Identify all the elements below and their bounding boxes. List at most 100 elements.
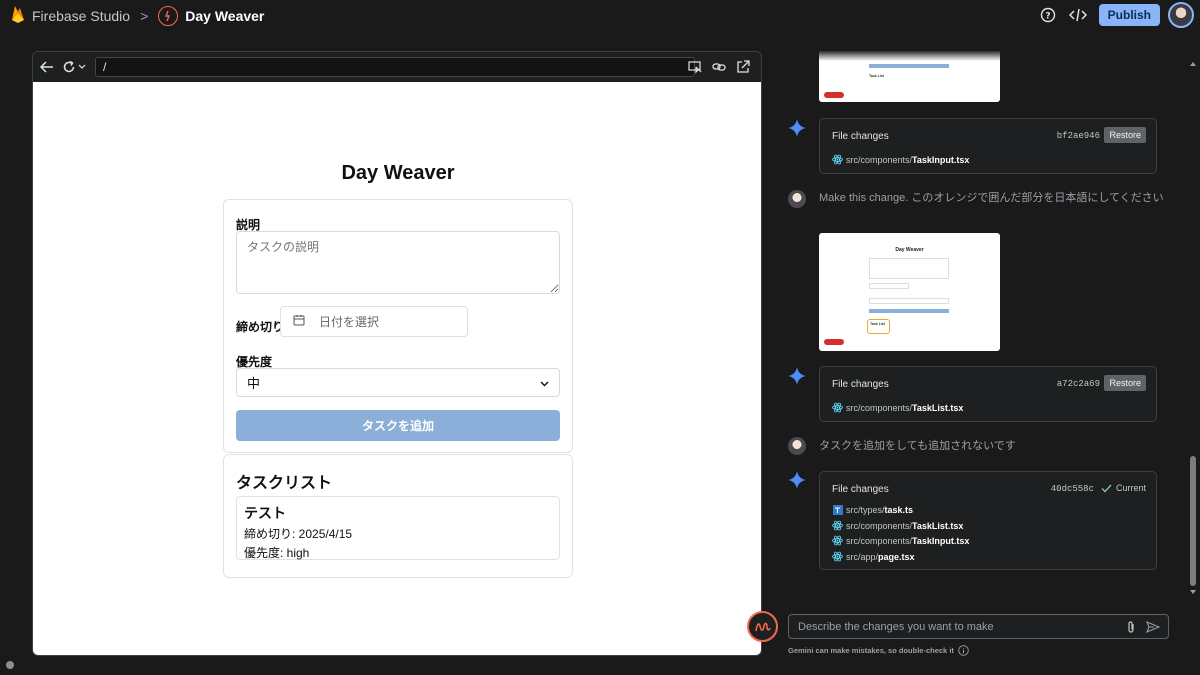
file-dir: src/components/ xyxy=(846,520,913,531)
current-badge: Current xyxy=(1101,483,1146,493)
user-message: タスクを追加をしても追加されないです xyxy=(819,440,1016,452)
screenshot-thumbnail[interactable]: Day Weaver Task List xyxy=(819,233,1000,351)
scroll-down-arrow-icon[interactable] xyxy=(1190,590,1196,594)
task-list-card: タスクリスト テスト 締め切り: 2025/4/15 優先度: high xyxy=(223,454,573,578)
thumbnail-task-list-label: Task List xyxy=(869,74,884,78)
back-arrow-icon[interactable] xyxy=(39,59,55,75)
help-icon[interactable]: ? xyxy=(1039,6,1057,24)
project-logo-icon xyxy=(158,6,179,26)
chat-input[interactable] xyxy=(798,620,1118,634)
page-title: Day Weaver xyxy=(341,162,455,184)
screenshot-thumbnail[interactable]: Task List xyxy=(819,51,1000,102)
thumbnail-button xyxy=(869,309,949,313)
chat-scrollbar[interactable] xyxy=(1188,58,1198,598)
file-name: TaskList.tsx xyxy=(912,402,964,413)
calendar-icon xyxy=(293,313,305,331)
commit-hash: a72c2a69 xyxy=(1056,379,1100,389)
gemini-spark-icon xyxy=(788,367,806,385)
react-icon xyxy=(832,402,843,413)
thumbnail-fade xyxy=(819,51,1000,61)
chevron-down-icon xyxy=(540,375,549,390)
gemini-button[interactable] xyxy=(747,611,778,642)
task-item: テスト 締め切り: 2025/4/15 優先度: high xyxy=(236,496,560,560)
file-name: TaskInput.tsx xyxy=(912,154,970,165)
file-changes-card: File changes bf2ae946 Restore src/compon… xyxy=(819,118,1157,174)
url-input[interactable] xyxy=(95,57,695,77)
react-icon xyxy=(832,520,843,531)
preview-panel: Day Weaver 説明 締め切り 日付を選択 優先度 中 xyxy=(32,51,762,656)
avatar[interactable] xyxy=(1168,2,1194,28)
date-placeholder: 日付を選択 xyxy=(319,315,380,329)
file-row[interactable]: src/types/task.ts xyxy=(832,504,913,515)
file-name: TaskInput.tsx xyxy=(912,535,970,546)
project-name[interactable]: Day Weaver xyxy=(185,8,264,24)
priority-select[interactable]: 中 xyxy=(236,368,560,397)
restore-button[interactable]: Restore xyxy=(1104,375,1146,391)
file-dir: src/components/ xyxy=(846,402,913,413)
code-icon[interactable] xyxy=(1068,6,1087,24)
thumbnail-task-list-label: Task List xyxy=(870,322,885,326)
info-icon xyxy=(958,645,969,656)
browser-toolbar xyxy=(33,52,761,82)
attach-icon[interactable] xyxy=(1124,620,1138,634)
chat-panel: Task List File changes bf2ae946 Restore … xyxy=(780,51,1188,606)
file-changes-card: File changes a72c2a69 Restore src/compon… xyxy=(819,366,1157,422)
svg-text:?: ? xyxy=(1045,12,1050,22)
file-row[interactable]: src/app/page.tsx xyxy=(832,551,915,562)
file-row[interactable]: src/components/TaskList.tsx xyxy=(832,402,963,413)
file-row[interactable]: src/components/TaskInput.tsx xyxy=(832,154,969,165)
react-icon xyxy=(832,154,843,165)
thumbnail-date xyxy=(869,283,909,289)
reload-icon[interactable] xyxy=(61,59,77,75)
thumbnail-badge xyxy=(824,339,844,345)
thumbnail-button xyxy=(869,64,949,68)
file-name: page.tsx xyxy=(878,551,915,562)
commit-hash: bf2ae946 xyxy=(1056,131,1100,141)
date-picker-button[interactable]: 日付を選択 xyxy=(280,306,468,337)
file-changes-card: File changes 40dc558c Current src/types/… xyxy=(819,471,1157,570)
file-dir: src/app/ xyxy=(846,551,879,562)
chat-composer xyxy=(788,614,1169,639)
task-name: テスト xyxy=(244,505,286,521)
react-icon xyxy=(832,535,843,546)
disclaimer-text: Gemini can make mistakes, so double-chec… xyxy=(788,646,954,655)
user-avatar xyxy=(788,190,806,208)
chevron-down-icon[interactable] xyxy=(77,59,87,75)
thumbnail-textarea xyxy=(869,258,949,279)
react-icon xyxy=(832,551,843,562)
open-external-icon[interactable] xyxy=(735,59,751,75)
link-icon[interactable] xyxy=(711,59,727,75)
restore-button[interactable]: Restore xyxy=(1104,127,1146,143)
task-deadline: 締め切り: 2025/4/15 xyxy=(244,527,353,541)
brand[interactable]: Firebase Studio xyxy=(10,4,130,29)
gemini-spark-icon xyxy=(788,119,806,137)
task-list-title: タスクリスト xyxy=(236,475,333,492)
top-actions: ? Publish xyxy=(1039,2,1194,28)
commit-hash: 40dc558c xyxy=(1050,484,1094,494)
scroll-up-arrow-icon[interactable] xyxy=(1190,62,1196,66)
file-changes-title: File changes xyxy=(832,379,889,390)
scrollbar-thumb[interactable] xyxy=(1190,456,1196,586)
add-task-button[interactable]: タスクを追加 xyxy=(236,410,560,441)
description-input[interactable] xyxy=(236,231,560,294)
gemini-disclaimer: Gemini can make mistakes, so double-chec… xyxy=(788,645,969,656)
app-preview-page: Day Weaver 説明 締め切り 日付を選択 優先度 中 xyxy=(33,82,761,655)
file-dir: src/types/ xyxy=(846,504,885,515)
gemini-squiggle-icon xyxy=(754,622,771,631)
gemini-spark-icon xyxy=(788,471,806,489)
publish-button[interactable]: Publish xyxy=(1098,4,1160,26)
firebase-logo-icon xyxy=(10,4,26,29)
file-dir: src/components/ xyxy=(846,535,913,546)
breadcrumb-separator: > xyxy=(140,8,149,24)
browser-actions xyxy=(683,59,755,75)
inspect-icon[interactable] xyxy=(687,59,703,75)
file-row[interactable]: src/components/TaskInput.tsx xyxy=(832,535,969,546)
file-changes-title: File changes xyxy=(832,484,889,495)
file-name: TaskList.tsx xyxy=(912,520,964,531)
user-message: Make this change. このオレンジで囲んだ部分を日本語にしてくださ… xyxy=(819,192,1164,204)
file-dir: src/components/ xyxy=(846,154,913,165)
send-icon[interactable] xyxy=(1146,620,1161,634)
current-label: Current xyxy=(1115,483,1146,493)
file-row[interactable]: src/components/TaskList.tsx xyxy=(832,520,963,531)
deadline-label: 締め切り xyxy=(236,320,285,334)
